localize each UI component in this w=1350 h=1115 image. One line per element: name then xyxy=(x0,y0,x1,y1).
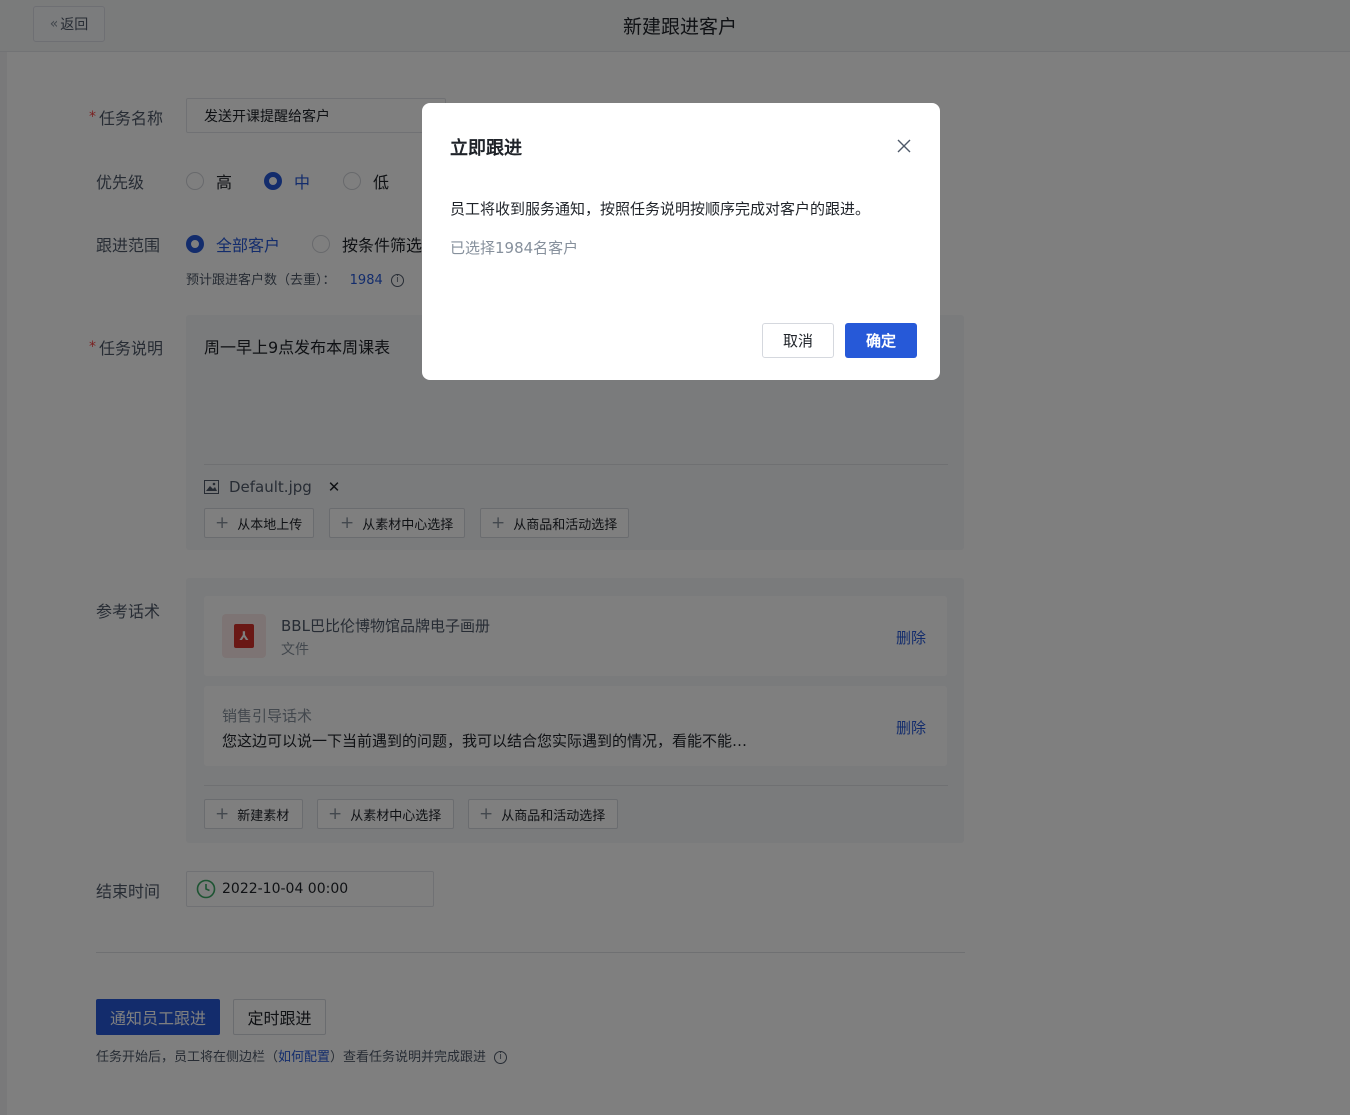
confirm-button[interactable]: 确定 xyxy=(845,323,917,358)
close-icon[interactable] xyxy=(894,136,914,156)
selected-count: 已选择1984名客户 xyxy=(450,239,579,257)
cancel-button[interactable]: 取消 xyxy=(762,323,834,358)
follow-up-modal: 立即跟进 员工将收到服务通知，按照任务说明按顺序完成对客户的跟进。 已选择198… xyxy=(422,103,940,380)
modal-message: 员工将收到服务通知，按照任务说明按顺序完成对客户的跟进。 xyxy=(450,200,871,218)
modal-title: 立即跟进 xyxy=(450,138,522,159)
